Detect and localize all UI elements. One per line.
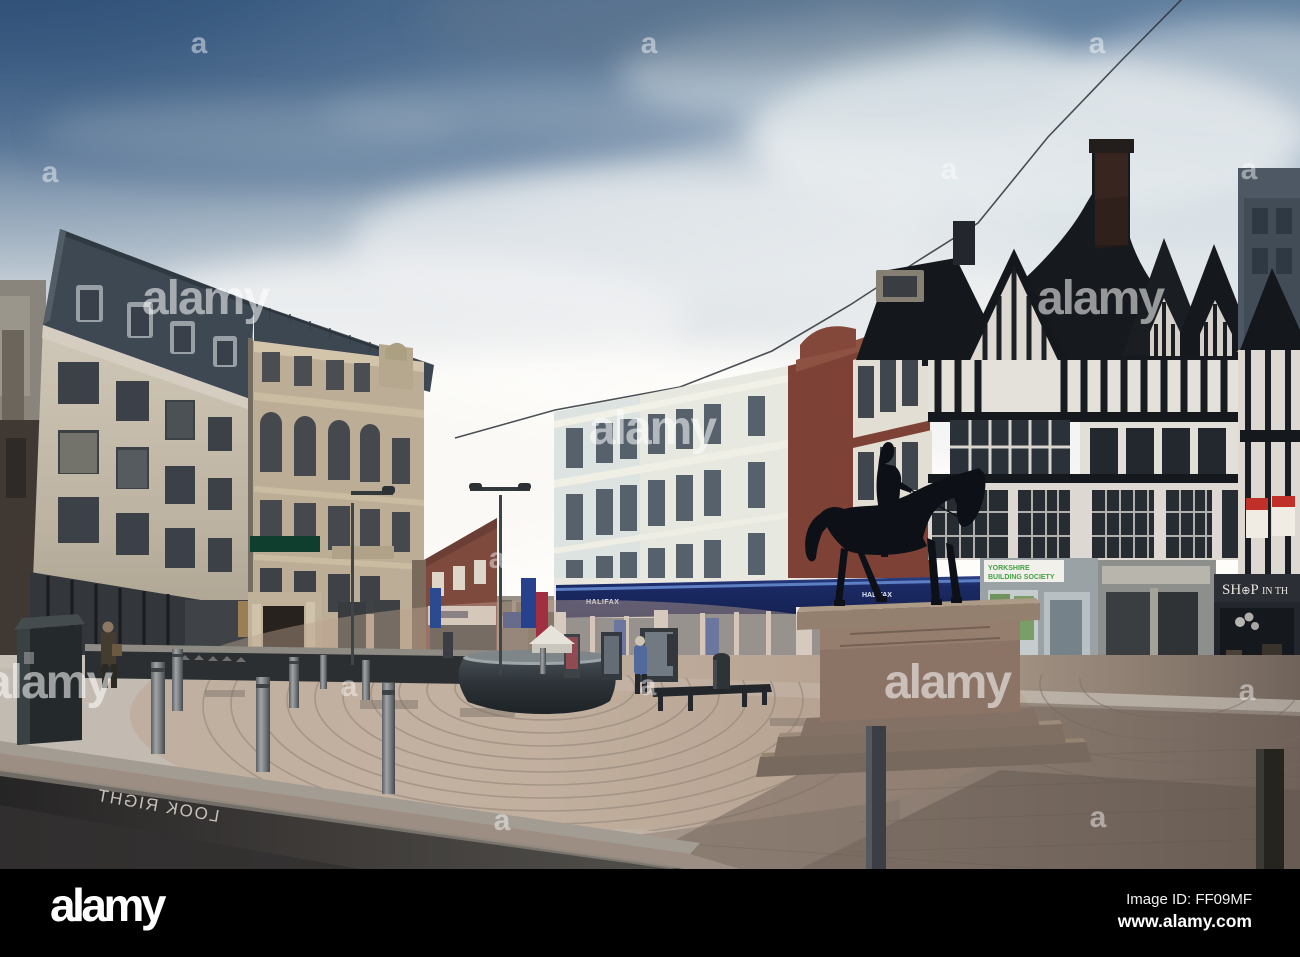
svg-text:alamy: alamy bbox=[0, 656, 113, 709]
svg-text:a: a bbox=[1241, 153, 1258, 186]
svg-text:alamy: alamy bbox=[884, 656, 1012, 709]
svg-text:alamy: alamy bbox=[50, 879, 167, 931]
svg-text:a: a bbox=[941, 153, 958, 186]
svg-text:a: a bbox=[1090, 801, 1107, 834]
svg-text:YORKSHIRE: YORKSHIRE bbox=[988, 565, 1030, 572]
svg-text:alamy: alamy bbox=[142, 272, 270, 325]
svg-text:a: a bbox=[1239, 674, 1256, 707]
svg-text:www.alamy.com: www.alamy.com bbox=[1117, 911, 1252, 931]
svg-text:BUILDING SOCIETY: BUILDING SOCIETY bbox=[988, 574, 1055, 581]
svg-text:a: a bbox=[341, 670, 358, 703]
svg-text:a: a bbox=[640, 669, 657, 702]
svg-text:a: a bbox=[641, 27, 658, 60]
svg-text:alamy: alamy bbox=[589, 402, 717, 455]
svg-text:a: a bbox=[191, 27, 208, 60]
svg-text:alamy: alamy bbox=[1037, 272, 1165, 325]
svg-text:a: a bbox=[489, 542, 506, 575]
svg-text:a: a bbox=[42, 156, 59, 189]
svg-text:Image ID: FF09MF: Image ID: FF09MF bbox=[1126, 891, 1252, 908]
svg-text:a: a bbox=[1089, 27, 1106, 60]
svg-text:a: a bbox=[494, 804, 511, 837]
